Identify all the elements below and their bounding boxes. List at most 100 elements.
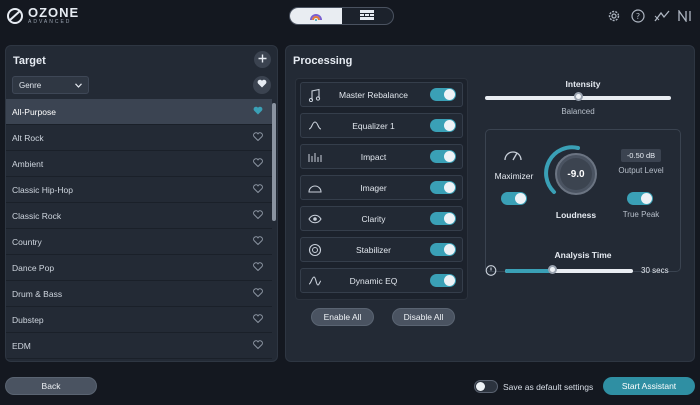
signal-icon[interactable] [654, 8, 670, 24]
module-toggle[interactable] [430, 212, 456, 225]
favorites-filter-button[interactable] [253, 76, 271, 94]
analysis-time-slider[interactable] [505, 265, 633, 277]
module-row: Master Rebalance [300, 82, 463, 107]
target-item-label: All-Purpose [12, 106, 56, 117]
target-item-label: Dance Pop [12, 262, 55, 273]
target-item-label: Drum & Bass [12, 288, 63, 299]
gear-icon[interactable] [606, 8, 622, 24]
back-button[interactable]: Back [5, 377, 97, 395]
svg-text:?: ? [636, 12, 640, 21]
heart-icon[interactable] [253, 106, 263, 117]
module-toggle[interactable] [430, 243, 456, 256]
module-label: Stabilizer [356, 244, 391, 255]
ni-logo-icon [678, 8, 694, 24]
module-toggle[interactable] [430, 274, 456, 287]
target-list-item[interactable]: Ambient [6, 151, 272, 177]
target-list-item[interactable]: Classic Hip-Hop [6, 177, 272, 203]
disable-all-button[interactable]: Disable All [392, 308, 455, 326]
plus-icon [258, 54, 267, 66]
maximizer-toggle[interactable] [501, 192, 527, 205]
true-peak-label: True Peak [622, 210, 660, 219]
analysis-time-value: 30 secs [641, 266, 669, 275]
processing-panel: Processing Master Rebalance Equalizer 1 Im… [285, 45, 695, 362]
heart-icon[interactable] [253, 314, 263, 325]
equalizer-icon [305, 116, 325, 136]
genre-select[interactable]: Genre [12, 76, 89, 94]
intensity-slider[interactable] [485, 92, 681, 104]
enable-all-button[interactable]: Enable All [311, 308, 374, 326]
module-row: Dynamic EQ [300, 268, 463, 293]
master-rebalance-icon [305, 85, 325, 105]
target-panel: Target Genre All-Purpose Alt Rock Ambient C… [5, 45, 278, 362]
module-toggle[interactable] [430, 150, 456, 163]
start-assistant-button[interactable]: Start Assistant [603, 377, 695, 395]
loudness-knob[interactable]: -9.0 [544, 142, 608, 206]
target-item-label: Ambient [12, 158, 44, 169]
modules-icon [359, 9, 375, 24]
app-logo: OZONE ADVANCED [6, 6, 79, 25]
modules-list: Master Rebalance Equalizer 1 Impact Imager C… [295, 78, 468, 300]
output-level-label: Output Level [618, 166, 664, 175]
heart-icon[interactable] [253, 132, 263, 143]
target-list-item[interactable]: All-Purpose [6, 99, 272, 125]
maximizer-icon [503, 148, 523, 165]
ozone-logo-icon [6, 7, 24, 25]
dynamic-eq-icon [305, 271, 325, 291]
module-row: Impact [300, 144, 463, 169]
scrollbar-thumb[interactable] [272, 103, 276, 221]
output-level-value[interactable]: -0.50 dB [621, 149, 661, 162]
save-default-toggle[interactable] [474, 380, 498, 393]
module-row: Equalizer 1 [300, 113, 463, 138]
target-list-item[interactable]: Alt Rock [6, 125, 272, 151]
target-list-item[interactable]: Drum & Bass [6, 281, 272, 307]
analysis-slider-fill [505, 269, 553, 273]
target-item-label: Classic Hip-Hop [12, 184, 73, 195]
loudness-label: Loudness [555, 210, 597, 220]
true-peak-toggle[interactable] [627, 192, 653, 205]
module-label: Equalizer 1 [352, 120, 395, 131]
stopwatch-icon [485, 264, 497, 279]
module-toggle[interactable] [430, 88, 456, 101]
heart-icon[interactable] [253, 210, 263, 221]
intensity-label: Intensity [565, 79, 601, 89]
module-row: Imager [300, 175, 463, 200]
analysis-time-label: Analysis Time [554, 250, 612, 260]
module-toggle[interactable] [430, 119, 456, 132]
module-toggle[interactable] [430, 181, 456, 194]
genre-select-value: Genre [19, 80, 42, 90]
intensity-slider-knob[interactable] [574, 92, 583, 101]
heart-icon[interactable] [253, 340, 263, 351]
heart-icon[interactable] [253, 158, 263, 169]
chevron-down-icon [75, 81, 82, 90]
target-item-label: Country [12, 236, 42, 247]
add-target-button[interactable] [254, 51, 271, 68]
target-item-label: Classic Rock [12, 210, 62, 221]
module-row: Stabilizer [300, 237, 463, 262]
top-bar: OZONE ADVANCED ? [0, 0, 700, 34]
imager-icon [305, 178, 325, 198]
loudness-value: -9.0 [567, 168, 585, 180]
heart-icon[interactable] [253, 262, 263, 273]
target-list-item[interactable]: Dance Pop [6, 255, 272, 281]
modules-mode-button[interactable] [342, 8, 394, 24]
help-icon[interactable]: ? [630, 8, 646, 24]
target-list-item[interactable]: Country [6, 229, 272, 255]
target-list-item[interactable]: Dubstep [6, 307, 272, 333]
target-title: Target [13, 55, 46, 67]
assistant-mode-button[interactable] [290, 8, 342, 24]
target-list-item[interactable]: EDM [6, 333, 272, 359]
impact-icon [305, 147, 325, 167]
module-label: Imager [360, 182, 387, 193]
processing-title: Processing [293, 55, 353, 67]
assistant-icon [309, 9, 323, 24]
heart-icon[interactable] [253, 236, 263, 247]
target-item-label: EDM [12, 340, 31, 351]
module-label: Dynamic EQ [349, 275, 398, 286]
module-label: Clarity [361, 213, 386, 224]
heart-icon[interactable] [253, 288, 263, 299]
intensity-value: Balanced [561, 107, 595, 116]
heart-icon[interactable] [253, 184, 263, 195]
target-list-item[interactable]: Classic Rock [6, 203, 272, 229]
module-row: Clarity [300, 206, 463, 231]
module-label: Impact [360, 151, 387, 162]
